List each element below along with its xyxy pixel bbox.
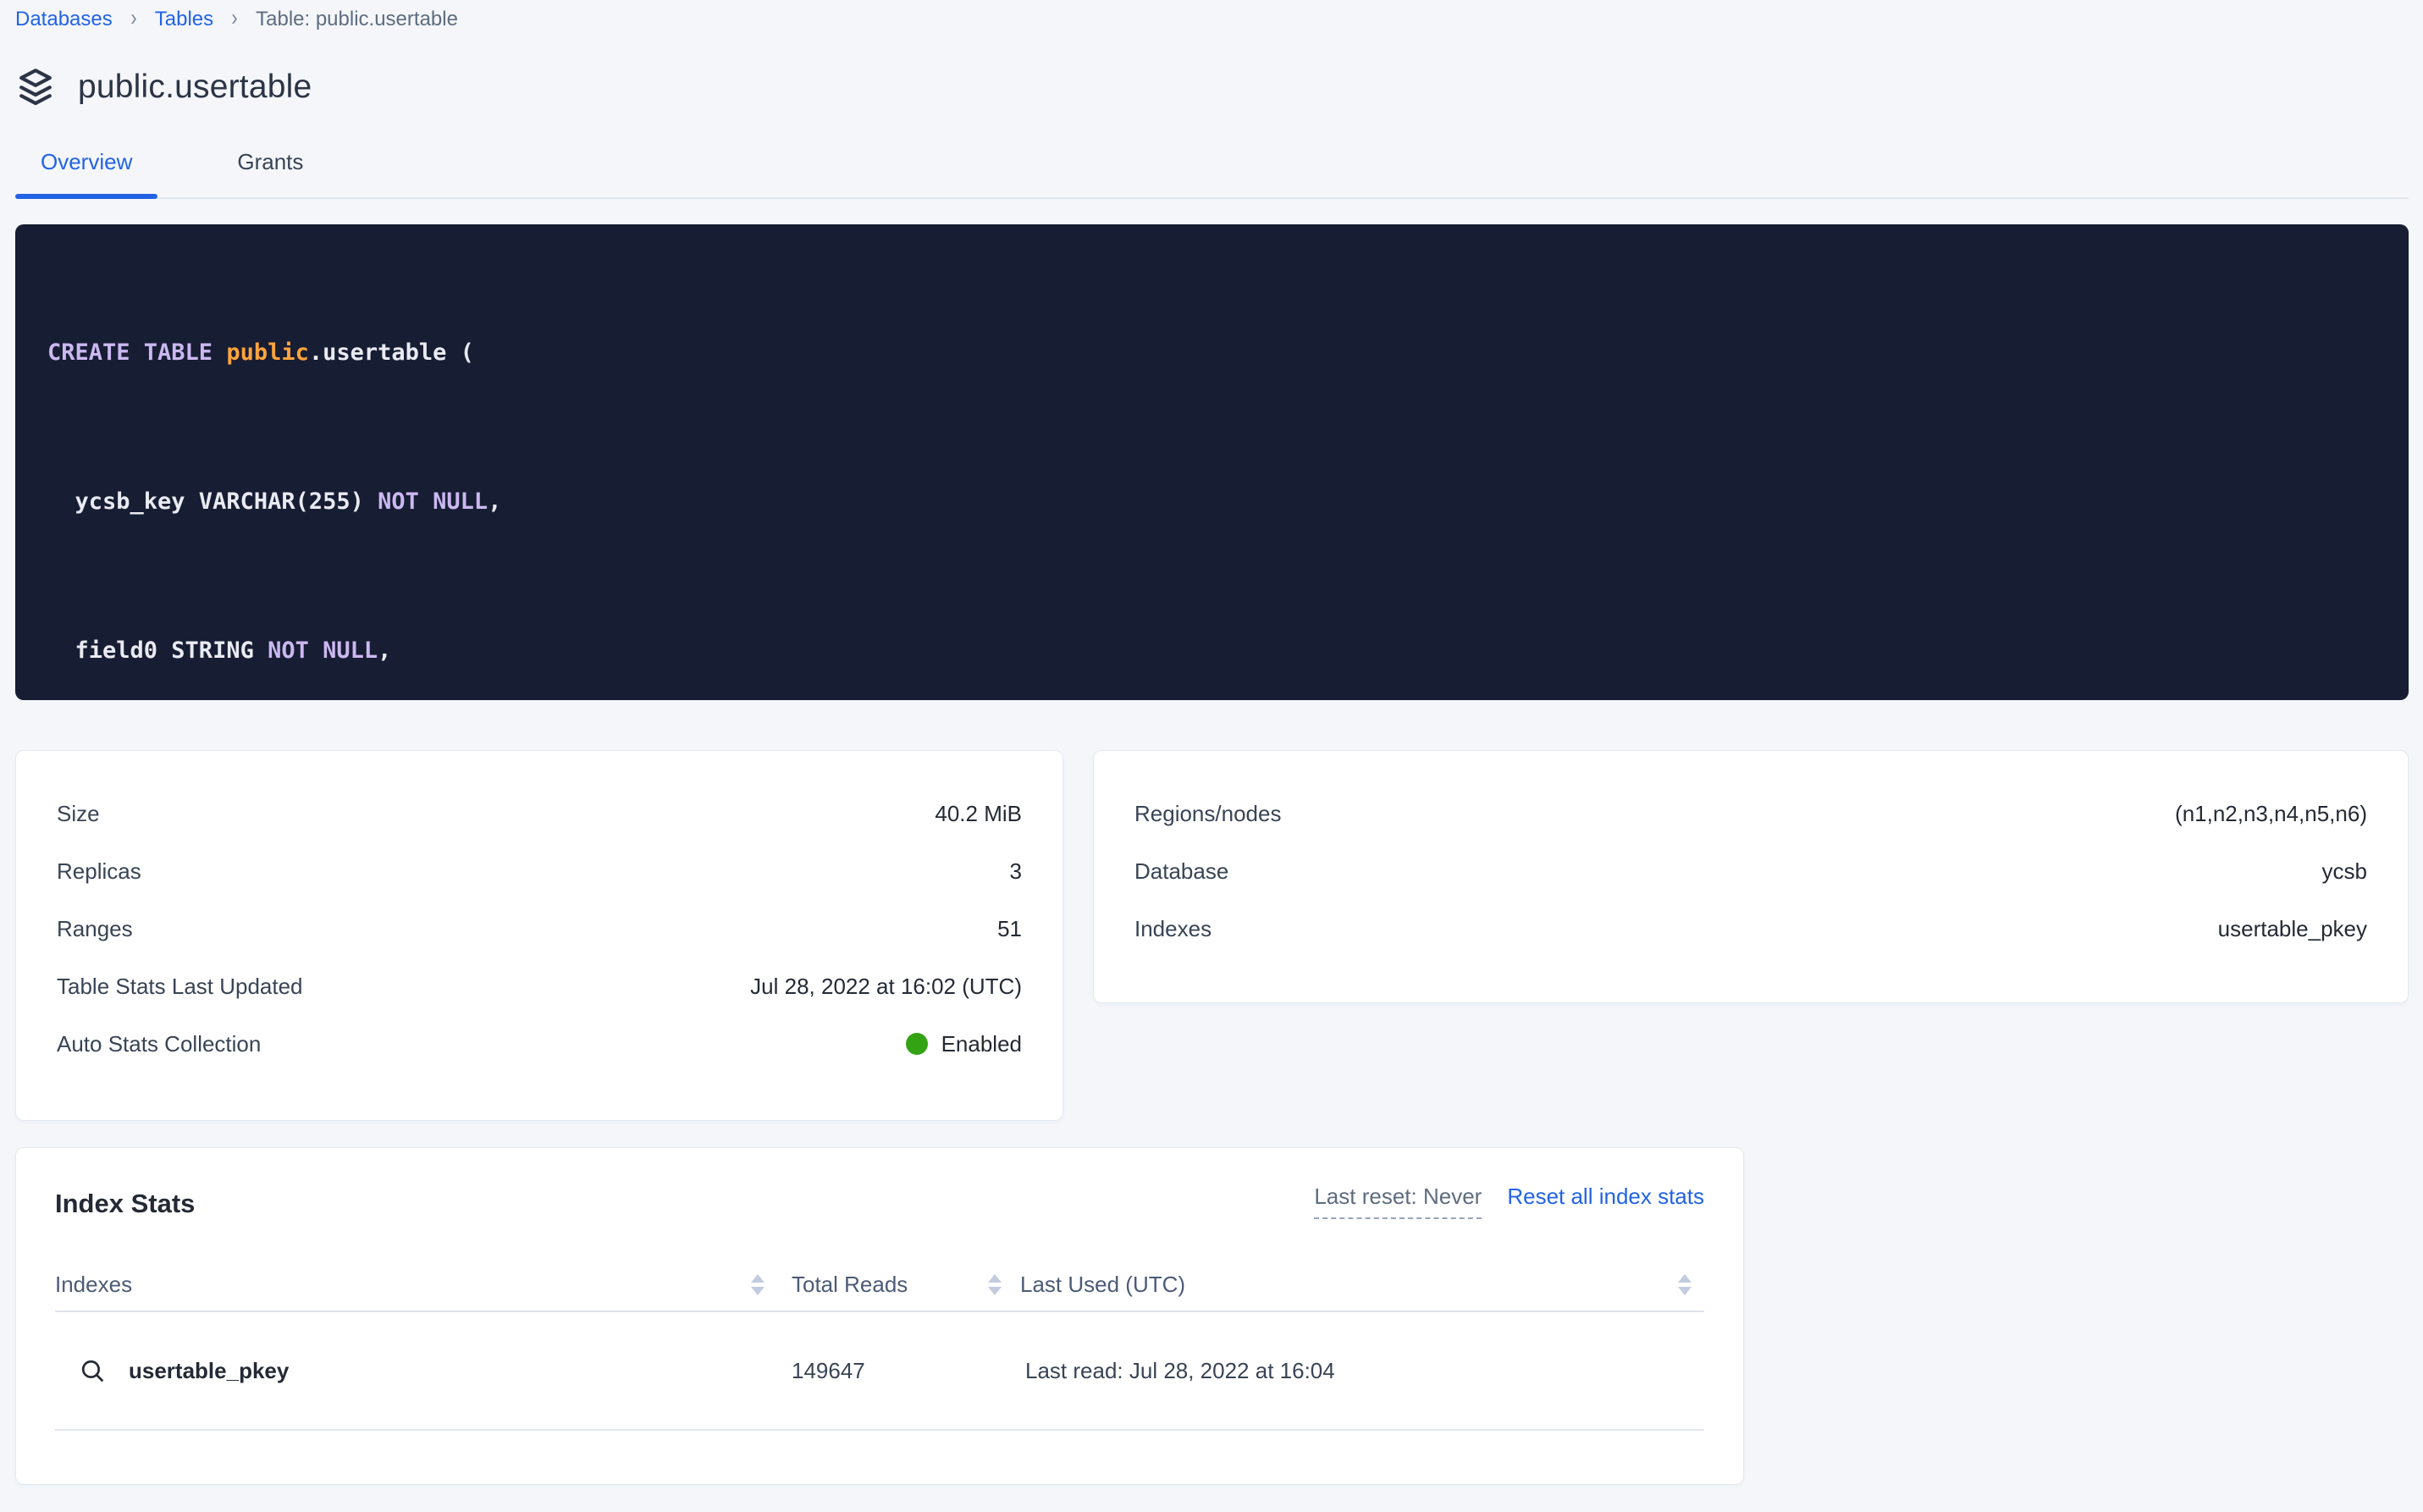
stat-value-text: 3 bbox=[1010, 858, 1022, 885]
table-details-page: Databases › Tables › Table: public.usert… bbox=[0, 0, 2423, 1485]
stat-label: Database bbox=[1134, 858, 1228, 885]
stat-label: Table Stats Last Updated bbox=[57, 974, 303, 1000]
last-reset-label[interactable]: Last reset: Never bbox=[1314, 1184, 1482, 1219]
stat-value-text: 40.2 MiB bbox=[935, 801, 1022, 827]
index-total-reads: 149647 bbox=[792, 1358, 969, 1384]
sql-text: .usertable ( bbox=[309, 339, 474, 366]
stat-value: 40.2 MiB bbox=[935, 801, 1022, 827]
stat-label: Auto Stats Collection bbox=[57, 1031, 261, 1057]
stat-label: Size bbox=[57, 801, 100, 827]
sort-last-used-icon[interactable] bbox=[1665, 1274, 1704, 1295]
stat-value: usertable_pkey bbox=[2218, 916, 2367, 942]
sql-column-def: field0 STRING bbox=[47, 637, 268, 664]
search-icon bbox=[79, 1357, 107, 1385]
stat-row: Auto Stats Collection Enabled bbox=[57, 1015, 1022, 1073]
index-table-row: usertable_pkey 149647 Last read: Jul 28,… bbox=[55, 1312, 1704, 1431]
index-name: usertable_pkey bbox=[129, 1358, 289, 1384]
stat-value-text: usertable_pkey bbox=[2218, 916, 2367, 942]
status-dot-icon bbox=[906, 1033, 928, 1055]
sql-column-def: ycsb_key VARCHAR(255) bbox=[47, 488, 378, 515]
stat-row: Indexes usertable_pkey bbox=[1134, 900, 2367, 957]
breadcrumb-databases[interactable]: Databases bbox=[15, 8, 113, 31]
sql-line: ycsb_key VARCHAR(255) NOT NULL, bbox=[47, 483, 2409, 521]
reset-index-stats-link[interactable]: Reset all index stats bbox=[1507, 1184, 1704, 1210]
stat-value-text: Enabled bbox=[941, 1031, 1022, 1057]
breadcrumb-current-table: Table: public.usertable bbox=[256, 8, 458, 31]
table-meta-card: Regions/nodes (n1,n2,n3,n4,n5,n6) Databa… bbox=[1093, 750, 2409, 1003]
sql-schema-name: public bbox=[226, 339, 309, 366]
sql-text: , bbox=[378, 637, 391, 664]
sql-keyword: NOT NULL bbox=[268, 637, 378, 664]
tab-overview[interactable]: Overview bbox=[15, 149, 157, 197]
stat-value-text: 51 bbox=[997, 916, 1022, 942]
index-stats-title: Index Stats bbox=[55, 1189, 195, 1219]
sql-line: CREATE TABLE public.usertable ( bbox=[47, 334, 2409, 372]
index-table-header: Indexes Total Reads Last Used (UTC) bbox=[55, 1258, 1704, 1312]
chevron-right-icon: › bbox=[130, 4, 136, 31]
index-stats-actions: Last reset: Never Reset all index stats bbox=[1314, 1184, 1704, 1219]
column-header-total-reads[interactable]: Total Reads bbox=[792, 1272, 969, 1298]
column-header-last-used[interactable]: Last Used (UTC) bbox=[1020, 1272, 1665, 1298]
sort-total-reads-icon[interactable] bbox=[969, 1274, 1020, 1295]
index-stats-header: Index Stats Last reset: Never Reset all … bbox=[55, 1184, 1704, 1219]
sql-text: , bbox=[488, 488, 501, 515]
stat-row: Replicas 3 bbox=[57, 842, 1022, 900]
stat-label: Indexes bbox=[1134, 916, 1212, 942]
stat-row: Ranges 51 bbox=[57, 900, 1022, 957]
breadcrumb-tables[interactable]: Tables bbox=[155, 8, 213, 31]
sql-keyword: NOT NULL bbox=[378, 488, 488, 515]
summary-cards: Size 40.2 MiB Replicas 3 Ranges 51 Table… bbox=[15, 750, 2409, 1121]
table-stats-card: Size 40.2 MiB Replicas 3 Ranges 51 Table… bbox=[15, 750, 1063, 1121]
breadcrumb: Databases › Tables › Table: public.usert… bbox=[15, 0, 2409, 30]
index-last-used: Last read: Jul 28, 2022 at 16:04 bbox=[1020, 1358, 1665, 1384]
stat-value: (n1,n2,n3,n4,n5,n6) bbox=[2175, 801, 2367, 827]
index-stats-table: Indexes Total Reads Last Used (UTC) user… bbox=[55, 1258, 1704, 1431]
sort-indexes-icon[interactable] bbox=[724, 1274, 792, 1295]
stat-value: 3 bbox=[1010, 858, 1022, 885]
stat-value: 51 bbox=[997, 916, 1022, 942]
stat-value: Jul 28, 2022 at 16:02 (UTC) bbox=[750, 974, 1022, 1000]
page-header: public.usertable bbox=[15, 66, 2409, 108]
stat-row: Regions/nodes (n1,n2,n3,n4,n5,n6) bbox=[1134, 785, 2367, 842]
index-name-link[interactable]: usertable_pkey bbox=[55, 1357, 792, 1385]
stat-value-text: (n1,n2,n3,n4,n5,n6) bbox=[2175, 801, 2367, 827]
stat-row: Database ycsb bbox=[1134, 842, 2367, 900]
stat-row: Table Stats Last Updated Jul 28, 2022 at… bbox=[57, 957, 1022, 1015]
stat-value: Enabled bbox=[906, 1031, 1022, 1057]
table-stack-icon bbox=[15, 66, 56, 108]
index-stats-card: Index Stats Last reset: Never Reset all … bbox=[15, 1147, 1744, 1485]
sql-line: field0 STRING NOT NULL, bbox=[47, 632, 2409, 670]
tab-grants[interactable]: Grants bbox=[212, 149, 328, 197]
tab-bar: Overview Grants bbox=[15, 149, 2409, 199]
stat-label: Regions/nodes bbox=[1134, 801, 1281, 827]
page-title: public.usertable bbox=[78, 69, 312, 106]
stat-row: Size 40.2 MiB bbox=[57, 785, 1022, 842]
stat-value: ycsb bbox=[2322, 858, 2367, 885]
create-table-sql-block: CREATE TABLE public.usertable ( ycsb_key… bbox=[15, 224, 2409, 700]
chevron-right-icon: › bbox=[232, 4, 238, 31]
column-header-indexes[interactable]: Indexes bbox=[55, 1272, 724, 1298]
stat-value-text: ycsb bbox=[2322, 858, 2367, 885]
stat-label: Ranges bbox=[57, 916, 133, 942]
sql-keyword: CREATE TABLE bbox=[47, 339, 226, 366]
stat-value-text: Jul 28, 2022 at 16:02 (UTC) bbox=[750, 974, 1022, 1000]
stat-label: Replicas bbox=[57, 858, 141, 885]
